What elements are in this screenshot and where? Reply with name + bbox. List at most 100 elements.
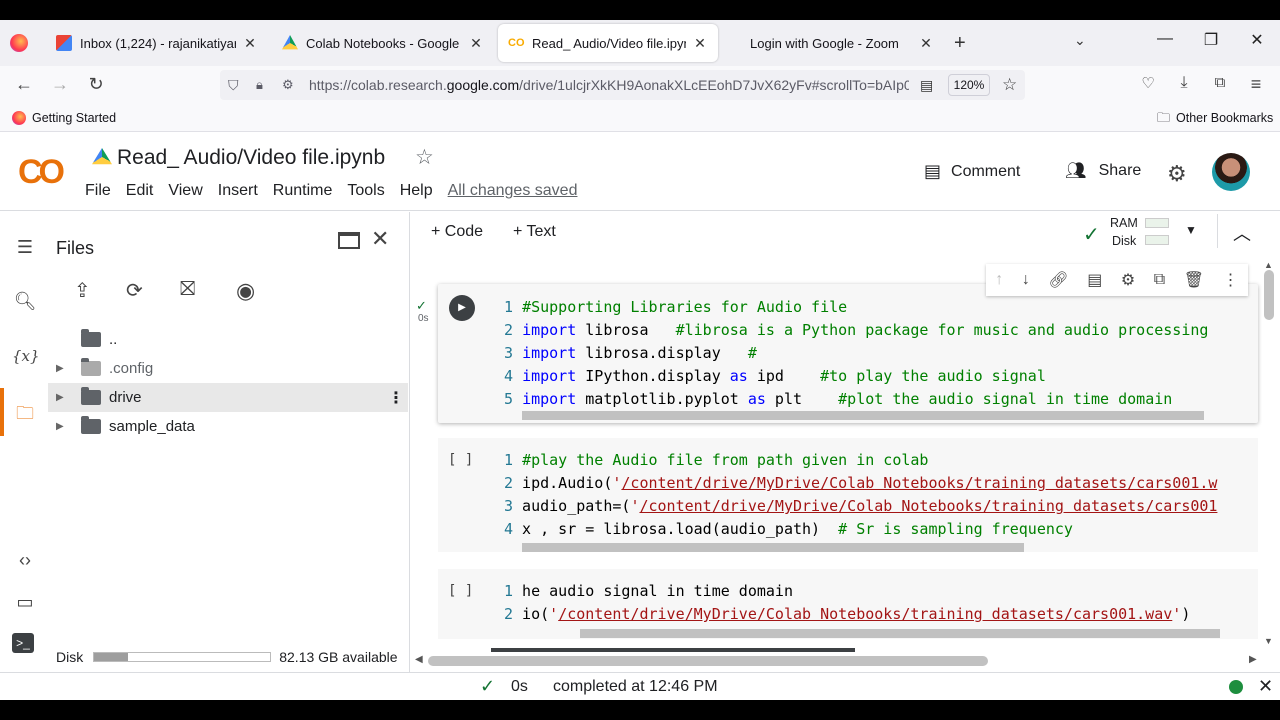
new-tab-plus-icon[interactable]: + — [954, 32, 966, 55]
avatar[interactable] — [1212, 153, 1250, 191]
more-vert-icon[interactable]: ⋮ — [388, 388, 404, 408]
hamburger-menu-icon[interactable]: ≡ — [1244, 74, 1268, 96]
colab-logo[interactable]: CO — [18, 153, 65, 192]
code-cell-3[interactable]: [ ] 1 he audio signal in time domain 2 io… — [438, 569, 1258, 639]
zoom-level[interactable]: 120% — [948, 74, 990, 96]
close-icon[interactable]: ✕ — [918, 35, 934, 52]
folder-icon[interactable]: 🗀 — [12, 400, 38, 426]
save-status[interactable]: All changes saved — [448, 182, 578, 200]
scroll-thumb[interactable] — [1264, 270, 1274, 320]
folder-up-icon — [81, 329, 101, 347]
cell-horizontal-scrollbar[interactable] — [522, 411, 1204, 420]
move-up-icon[interactable]: ↑ — [995, 271, 1003, 289]
link-icon[interactable]: 🔗︎ — [1048, 270, 1068, 290]
expand-arrow-icon[interactable]: ▶ — [56, 392, 64, 403]
more-vert-icon[interactable]: ⋮ — [1223, 270, 1239, 290]
reload-icon[interactable]: ↻ — [84, 74, 108, 96]
show-hidden-eye-icon[interactable]: ◉ — [236, 278, 255, 304]
firefox-menu-icon[interactable] — [10, 34, 28, 52]
list-tabs-chevron-icon[interactable]: ⌄ — [1074, 32, 1086, 49]
other-bookmarks[interactable]: Other Bookmarks — [1176, 111, 1273, 125]
scroll-right-icon[interactable]: ▶ — [1249, 654, 1257, 665]
expand-arrow-icon[interactable]: ▶ — [56, 421, 64, 432]
menu-edit[interactable]: Edit — [126, 182, 154, 200]
window-close-icon[interactable]: ✕ — [1242, 30, 1272, 50]
tab-zoom[interactable]: Login with Google - Zoom ✕ — [722, 24, 944, 62]
menu-help[interactable]: Help — [400, 182, 433, 200]
close-icon[interactable]: ✕ — [371, 226, 389, 252]
cell-code[interactable]: 1 #Supporting Libraries for Audio file 2 … — [504, 296, 1208, 411]
cell-code[interactable]: 1 #play the Audio file from path given i… — [504, 449, 1217, 541]
extensions-icon[interactable]: ⧉ — [1208, 74, 1232, 96]
close-icon[interactable]: ✕ — [468, 35, 484, 52]
menu-insert[interactable]: Insert — [218, 182, 258, 200]
restore-icon[interactable]: ❐ — [1196, 30, 1226, 50]
close-icon[interactable]: ✕ — [692, 35, 708, 52]
comment-button[interactable]: ▤ Comment — [924, 161, 1020, 182]
status-completed[interactable]: completed at 12:46 PM — [553, 678, 718, 696]
bookmark-star-icon[interactable]: ☆ — [1002, 75, 1017, 95]
unmount-drive-icon[interactable]: ⛝ — [180, 278, 195, 301]
tree-item-sample-data[interactable]: ▶ sample_data — [48, 412, 408, 441]
notebook-vertical-scrollbar[interactable]: ▲ ▼ — [1262, 256, 1276, 651]
close-icon[interactable]: ✕ — [242, 35, 258, 52]
variables-icon[interactable]: {x} — [12, 343, 40, 369]
bookmark-getting-started[interactable]: Getting Started — [32, 111, 116, 125]
open-in-tab-icon[interactable] — [338, 232, 360, 249]
run-cell-play-icon[interactable]: ▶ — [449, 295, 475, 321]
tree-item-config[interactable]: ▶ .config — [48, 354, 408, 383]
scroll-up-icon[interactable]: ▲ — [1264, 260, 1273, 270]
connection-status-dot[interactable] — [1229, 680, 1243, 694]
resources-dropdown-icon[interactable]: ▼ — [1185, 223, 1197, 237]
comment-icon[interactable]: ▤ — [1087, 270, 1102, 290]
upload-file-icon[interactable]: ⇪ — [74, 278, 91, 303]
minimize-icon[interactable]: — — [1150, 30, 1180, 48]
add-text-button[interactable]: + Text — [513, 223, 556, 241]
terminal-icon[interactable]: >_ — [12, 633, 34, 653]
url-bar[interactable]: ⛉ 🔒︎ ⚙ https://colab.research.google.com… — [220, 70, 1025, 100]
scroll-thumb[interactable] — [428, 656, 988, 666]
mirror-cell-icon[interactable]: ⧉ — [1154, 271, 1165, 289]
cell-settings-icon[interactable]: ⚙ — [1121, 270, 1135, 290]
collapse-header-chevron-icon[interactable]: ︿ — [1233, 220, 1251, 246]
tree-item-parent[interactable]: .. — [48, 325, 408, 354]
back-arrow-icon[interactable]: ← — [12, 74, 36, 96]
cell-horizontal-scrollbar[interactable] — [522, 543, 1024, 552]
search-icon[interactable]: 🔍︎ — [12, 288, 38, 314]
menu-runtime[interactable]: Runtime — [273, 182, 333, 200]
close-icon[interactable]: ✕ — [1258, 676, 1273, 697]
notebook-title[interactable]: Read_ Audio/Video file.ipynb — [117, 146, 385, 170]
scroll-down-icon[interactable]: ▼ — [1264, 636, 1273, 646]
tree-item-drive[interactable]: ▶ drive ⋮ — [48, 383, 408, 412]
run-cell-bracket[interactable]: [ ] — [448, 452, 473, 468]
drive-icon[interactable] — [92, 148, 112, 165]
scroll-left-icon[interactable]: ◀ — [415, 654, 423, 665]
pocket-icon[interactable]: ♡ — [1136, 74, 1160, 96]
delete-icon[interactable]: 🗑︎ — [1184, 270, 1204, 290]
menu-view[interactable]: View — [168, 182, 202, 200]
share-button[interactable]: 👥︎ Share — [1065, 161, 1141, 181]
cell-code[interactable]: 1 he audio signal in time domain 2 io('/c… — [504, 580, 1190, 626]
forward-arrow-icon[interactable]: → — [48, 74, 72, 96]
refresh-folder-icon[interactable]: ⟳ — [126, 278, 143, 303]
add-code-button[interactable]: + Code — [431, 223, 483, 241]
run-cell-bracket[interactable]: [ ] — [448, 583, 473, 599]
tab-drive[interactable]: Colab Notebooks - Google Driv ✕ — [272, 24, 494, 62]
table-of-contents-icon[interactable]: ☰ — [12, 234, 38, 260]
settings-gear-icon[interactable]: ⚙ — [1167, 161, 1187, 187]
reader-view-icon[interactable]: ▤ — [920, 77, 933, 94]
menu-file[interactable]: File — [85, 182, 111, 200]
menu-tools[interactable]: Tools — [347, 182, 384, 200]
code-cell-2[interactable]: [ ] 1 #play the Audio file from path giv… — [438, 438, 1258, 552]
move-down-icon[interactable]: ↓ — [1022, 271, 1030, 289]
expand-arrow-icon[interactable]: ▶ — [56, 363, 64, 374]
notebook-horizontal-scrollbar[interactable]: ◀ ▶ — [411, 653, 1262, 669]
tab-colab-active[interactable]: CO Read_ Audio/Video file.ipynb - C ✕ — [498, 24, 718, 62]
tab-gmail[interactable]: Inbox (1,224) - rajanikatiyar@rv ✕ — [46, 24, 268, 62]
code-snippets-icon[interactable]: ‹› — [12, 547, 38, 573]
downloads-icon[interactable]: ⤓ — [1172, 74, 1196, 96]
star-icon[interactable]: ☆ — [415, 145, 434, 170]
cell-horizontal-scrollbar[interactable] — [580, 629, 1220, 638]
command-palette-icon[interactable]: ▭ — [12, 589, 38, 615]
code-cell-1[interactable]: ▶ 1 #Supporting Libraries for Audio file… — [438, 284, 1258, 423]
